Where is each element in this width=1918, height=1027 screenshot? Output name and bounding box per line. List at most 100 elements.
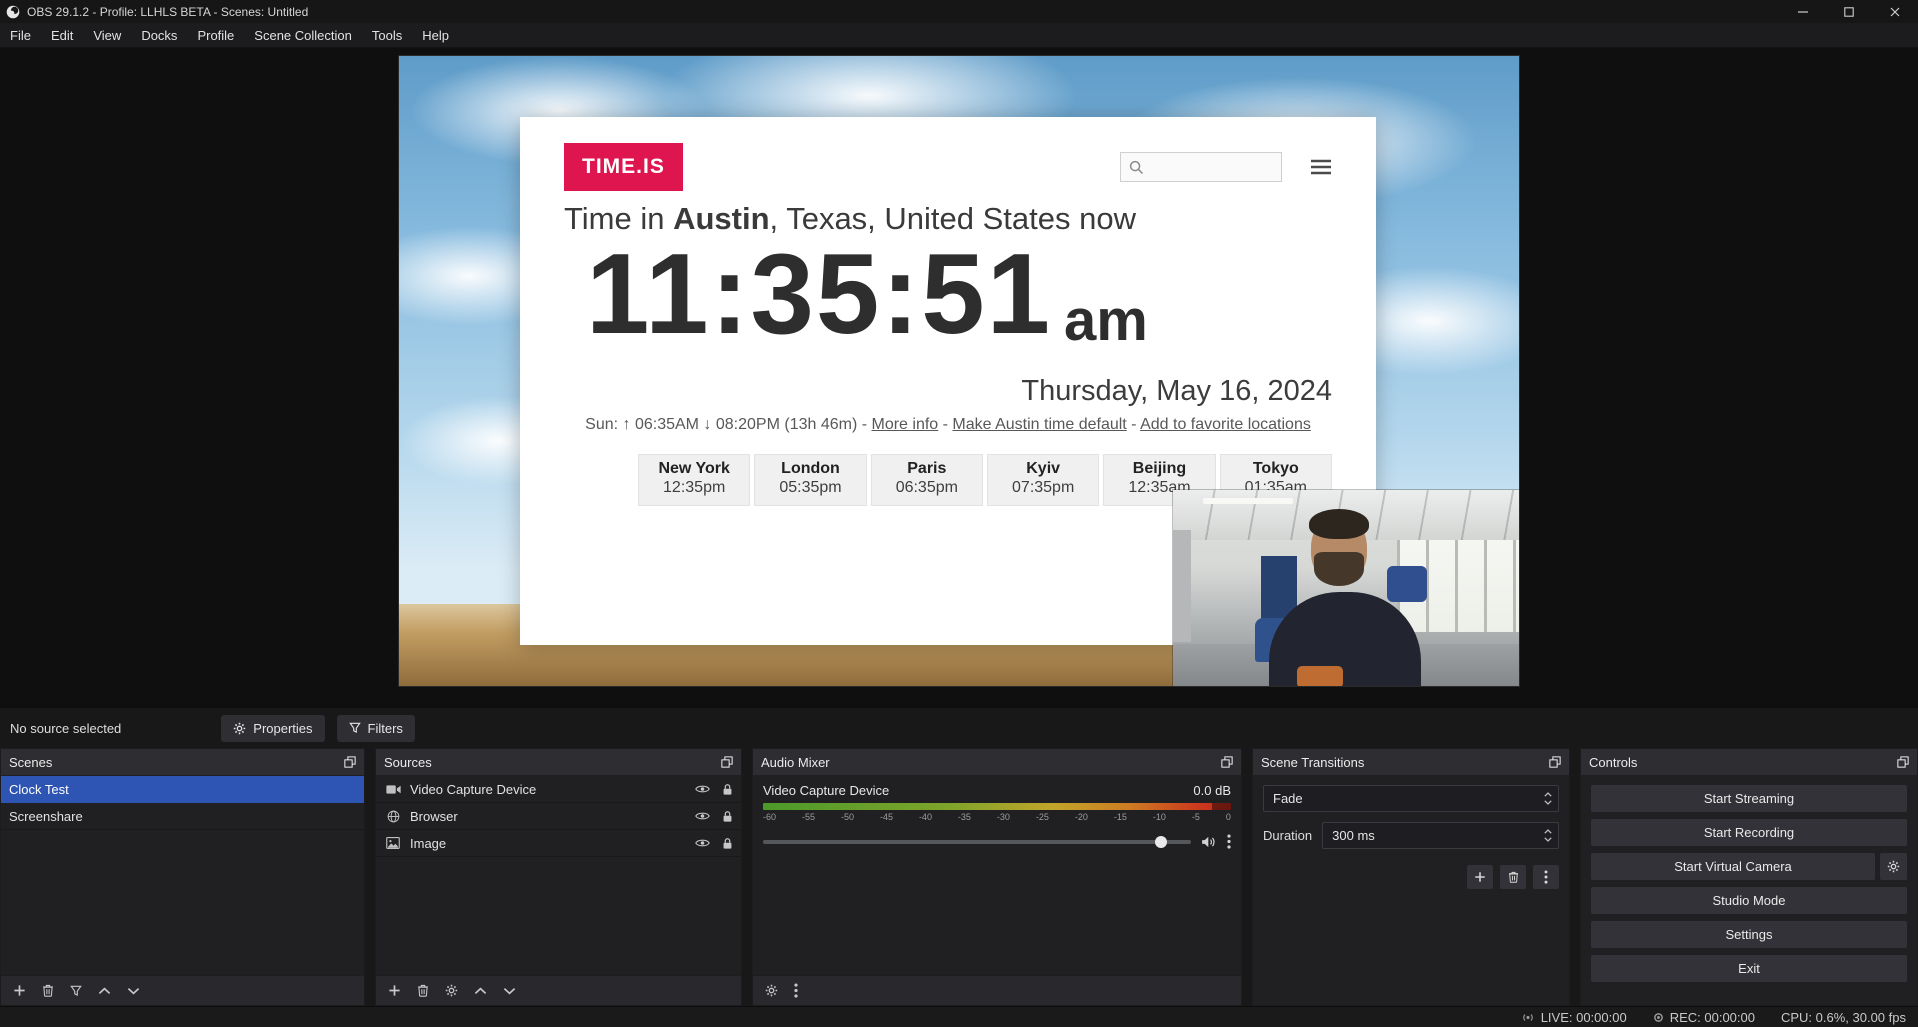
popout-icon[interactable] — [721, 756, 733, 768]
person-beard — [1314, 552, 1364, 586]
preview-canvas[interactable]: TIME.IS Time in Austin, Texas, U — [399, 56, 1519, 686]
hamburger-menu-icon — [1310, 159, 1332, 175]
sources-panel-header[interactable]: Sources — [376, 749, 741, 776]
properties-button[interactable]: Properties — [221, 715, 324, 742]
add-scene-button[interactable] — [13, 984, 26, 997]
menu-docks[interactable]: Docks — [131, 23, 187, 47]
settings-button[interactable]: Settings — [1591, 921, 1907, 948]
window-controls — [1780, 0, 1918, 23]
world-clock-paris: Paris06:35pm — [871, 454, 983, 506]
move-source-down-button[interactable] — [503, 987, 516, 995]
live-status: LIVE: 00:00:00 — [1521, 1010, 1627, 1025]
duration-row: Duration 300 ms — [1263, 822, 1559, 849]
move-scene-down-button[interactable] — [127, 987, 140, 995]
popout-icon[interactable] — [1549, 756, 1561, 768]
menu-tools[interactable]: Tools — [362, 23, 412, 47]
visibility-eye-icon[interactable] — [695, 784, 710, 794]
menu-scene-collection[interactable]: Scene Collection — [244, 23, 362, 47]
office-chair — [1387, 566, 1427, 602]
add-transition-button[interactable] — [1467, 865, 1493, 889]
maximize-button[interactable] — [1826, 0, 1872, 23]
window-title: OBS 29.1.2 - Profile: LLHLS BETA - Scene… — [27, 5, 308, 19]
audio-mixer-header[interactable]: Audio Mixer — [753, 749, 1241, 776]
add-source-button[interactable] — [388, 984, 401, 997]
controls-title: Controls — [1589, 755, 1637, 770]
scene-transitions-title: Scene Transitions — [1261, 755, 1364, 770]
scene-transitions-body: Fade Duration 300 ms — [1253, 776, 1569, 1005]
combo-spin-arrows[interactable] — [1538, 792, 1552, 805]
menu-help[interactable]: Help — [412, 23, 459, 47]
minimize-button[interactable] — [1780, 0, 1826, 23]
sources-toolbar — [376, 975, 741, 1005]
sun-info-line: Sun: ↑ 06:35AM ↓ 08:20PM (13h 46m) - Mor… — [520, 416, 1376, 434]
source-item-browser[interactable]: Browser — [376, 803, 741, 830]
cpu-fps-status: CPU: 0.6%, 30.00 fps — [1781, 1010, 1906, 1025]
duration-input[interactable]: 300 ms — [1322, 822, 1559, 849]
remove-scene-button[interactable] — [42, 984, 54, 997]
start-virtual-camera-button[interactable]: Start Virtual Camera — [1591, 853, 1875, 880]
menu-view[interactable]: View — [83, 23, 131, 47]
lock-icon[interactable] — [722, 783, 733, 796]
controls-header[interactable]: Controls — [1581, 749, 1917, 776]
close-button[interactable] — [1872, 0, 1918, 23]
orange-object — [1297, 666, 1343, 686]
controls-body: Start Streaming Start Recording Start Vi… — [1581, 776, 1917, 1005]
scene-filters-button[interactable] — [70, 985, 82, 997]
rec-status: REC: 00:00:00 — [1653, 1010, 1755, 1025]
source-item-image[interactable]: Image — [376, 830, 741, 857]
scene-item-clock-test[interactable]: Clock Test — [1, 776, 364, 803]
advanced-audio-properties-button[interactable] — [765, 984, 778, 997]
mixer-options-kebab-icon[interactable] — [1227, 834, 1231, 849]
source-item-video-capture[interactable]: Video Capture Device — [376, 776, 741, 803]
lock-icon[interactable] — [722, 837, 733, 850]
remove-transition-button[interactable] — [1500, 865, 1526, 889]
record-icon — [1653, 1012, 1664, 1023]
lock-icon[interactable] — [722, 810, 733, 823]
audio-mixer-title: Audio Mixer — [761, 755, 830, 770]
sources-panel-title: Sources — [384, 755, 432, 770]
visibility-eye-icon[interactable] — [695, 811, 710, 821]
source-properties-button[interactable] — [445, 984, 458, 997]
audio-level-meter — [763, 803, 1231, 810]
exit-button[interactable]: Exit — [1591, 955, 1907, 982]
transition-select[interactable]: Fade — [1263, 785, 1559, 812]
popout-icon[interactable] — [344, 756, 356, 768]
clock-meridiem: am — [1064, 298, 1148, 344]
scenes-panel-header[interactable]: Scenes — [1, 749, 364, 776]
world-clock-newyork: New York12:35pm — [638, 454, 750, 506]
obs-logo-icon — [6, 5, 20, 19]
popout-icon[interactable] — [1897, 756, 1909, 768]
studio-mode-button[interactable]: Studio Mode — [1591, 887, 1907, 914]
timeis-logo: TIME.IS — [564, 143, 683, 191]
start-recording-button[interactable]: Start Recording — [1591, 819, 1907, 846]
speaker-icon[interactable] — [1201, 836, 1217, 848]
transition-buttons — [1263, 865, 1559, 889]
transition-properties-kebab-button[interactable] — [1533, 865, 1559, 889]
filters-button[interactable]: Filters — [337, 715, 415, 742]
visibility-eye-icon[interactable] — [695, 838, 710, 848]
remove-source-button[interactable] — [417, 984, 429, 997]
timeis-header: TIME.IS — [520, 117, 1376, 191]
audio-mixer-panel: Audio Mixer Video Capture Device 0.0 dB … — [752, 748, 1242, 1006]
sources-list: Video Capture Device Browser Image — [376, 776, 741, 975]
virtual-camera-config-button[interactable] — [1880, 853, 1907, 880]
start-streaming-button[interactable]: Start Streaming — [1591, 785, 1907, 812]
titlebar: OBS 29.1.2 - Profile: LLHLS BETA - Scene… — [0, 0, 1918, 23]
menu-profile[interactable]: Profile — [187, 23, 244, 47]
source-buttons: Properties Filters — [221, 715, 415, 742]
duration-spin-arrows[interactable] — [1538, 829, 1552, 842]
video-capture-source-webcam[interactable] — [1173, 490, 1519, 686]
mixer-menu-kebab-button[interactable] — [794, 983, 798, 998]
menu-file[interactable]: File — [0, 23, 41, 47]
virtual-camera-row: Start Virtual Camera — [1591, 853, 1907, 880]
scene-item-screenshare[interactable]: Screenshare — [1, 803, 364, 830]
menu-edit[interactable]: Edit — [41, 23, 83, 47]
person-hair — [1309, 509, 1369, 539]
scene-transitions-header[interactable]: Scene Transitions — [1253, 749, 1569, 776]
volume-slider-handle[interactable] — [1155, 836, 1167, 848]
popout-icon[interactable] — [1221, 756, 1233, 768]
move-scene-up-button[interactable] — [98, 987, 111, 995]
volume-slider[interactable] — [763, 840, 1191, 844]
filter-icon — [349, 722, 361, 734]
move-source-up-button[interactable] — [474, 987, 487, 995]
